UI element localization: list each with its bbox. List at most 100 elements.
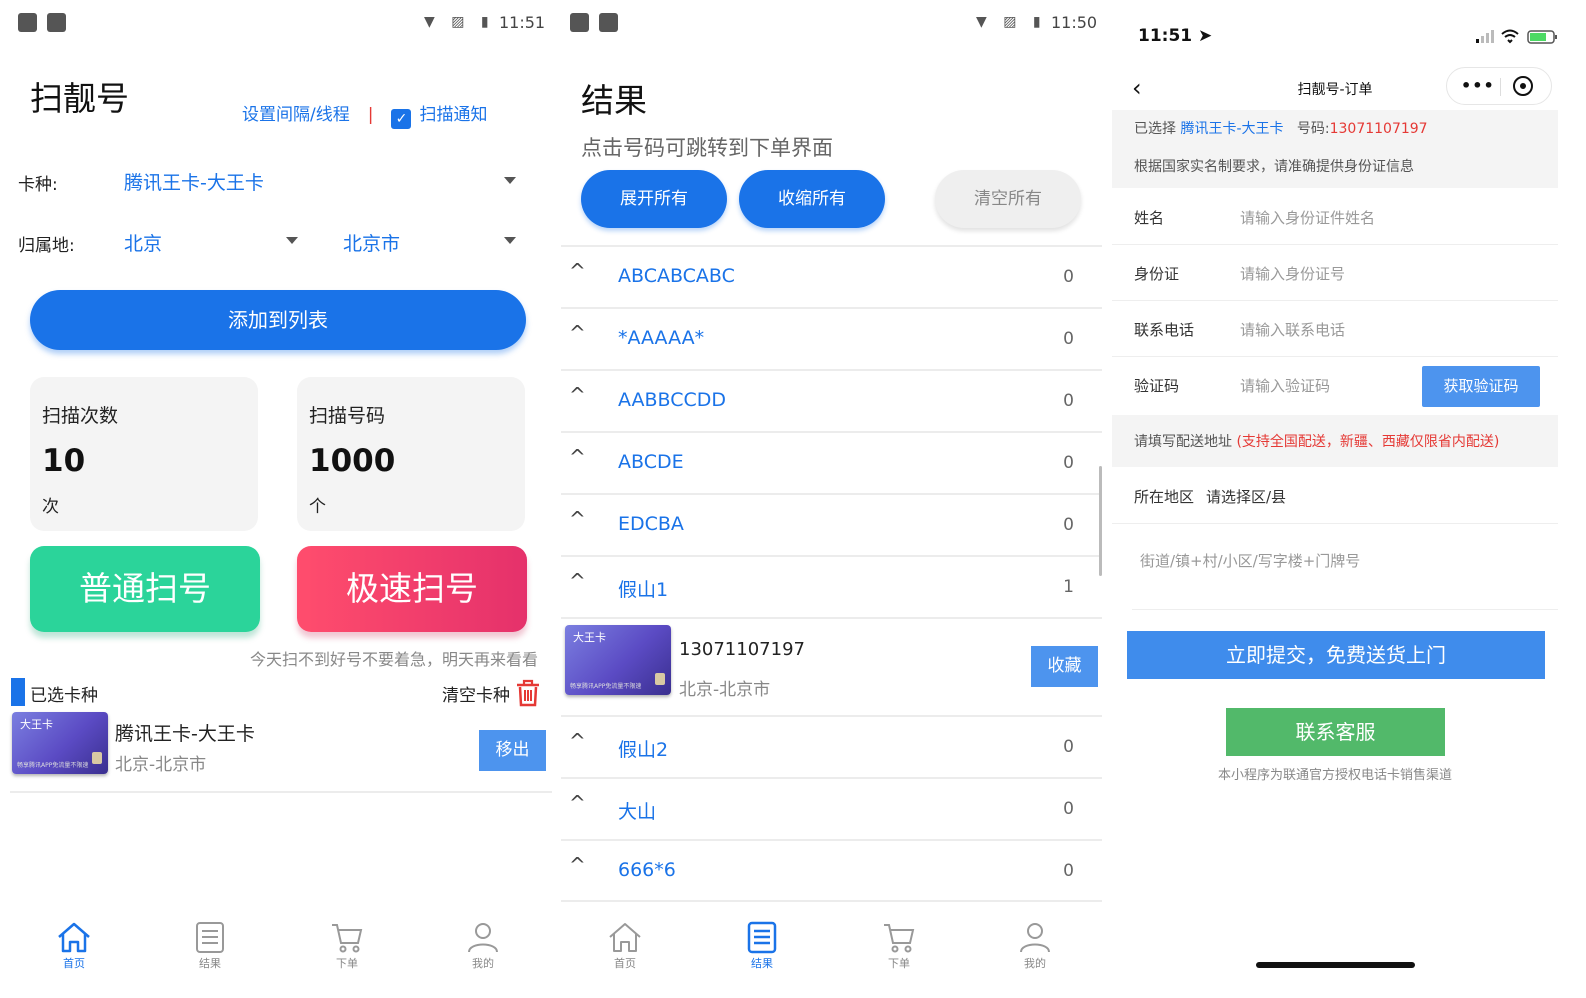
submit-order-button[interactable]: 立即提交，免费送货上门 — [1127, 631, 1545, 679]
result-group-row[interactable]: ^ EDCBA 0 — [561, 493, 1102, 555]
status-time-text: 11:51 — [1138, 26, 1193, 46]
chevron-up-icon[interactable]: ^ — [569, 569, 586, 593]
notification-icon — [570, 13, 589, 32]
result-group-row[interactable]: ^ ABCDE 0 — [561, 431, 1102, 493]
checkbox-icon[interactable]: ✓ — [391, 109, 412, 129]
status-time: 11:51 — [499, 13, 546, 32]
province-select[interactable]: 北京 — [124, 229, 162, 256]
chevron-up-icon[interactable]: ^ — [569, 259, 586, 283]
group-name: *AAAAA* — [618, 327, 705, 349]
region-select[interactable]: 请选择区/县 — [1206, 486, 1286, 507]
tab-order[interactable]: 下单 — [317, 920, 377, 971]
card-type-select[interactable]: 腾讯王卡-大王卡 — [124, 168, 264, 195]
tab-label: 我的 — [1024, 957, 1046, 970]
region-row[interactable]: 所在地区 请选择区/县 — [1112, 466, 1558, 524]
street-address-input[interactable]: 街道/镇+村/小区/写字楼+门牌号 — [1140, 550, 1360, 571]
tab-home[interactable]: 首页 — [595, 920, 655, 971]
dropdown-arrow-icon[interactable] — [286, 237, 298, 244]
user-icon — [1020, 923, 1050, 953]
interval-settings-link[interactable]: 设置间隔/线程 — [242, 105, 350, 125]
tab-home[interactable]: 首页 — [44, 920, 104, 971]
dropdown-arrow-icon[interactable] — [504, 237, 516, 244]
tab-order[interactable]: 下单 — [869, 920, 929, 971]
favorite-button[interactable]: 收藏 — [1031, 646, 1098, 687]
close-miniprogram-icon[interactable] — [1513, 76, 1533, 96]
tab-label: 下单 — [888, 957, 910, 970]
group-count: 1 — [1063, 577, 1074, 597]
contact-service-button[interactable]: 联系客服 — [1226, 708, 1445, 756]
group-count: 0 — [1063, 391, 1074, 411]
group-count: 0 — [1063, 799, 1074, 819]
chip-icon — [655, 673, 665, 685]
user-icon — [468, 923, 498, 953]
verification-code-input[interactable]: 请输入验证码 — [1240, 375, 1330, 396]
address-notice: 请填写配送地址 (支持全国配送，新疆、西藏仅限省内配送) — [1112, 415, 1558, 467]
result-group-row[interactable]: ^ 大山 0 — [561, 777, 1102, 839]
group-name: 假山2 — [618, 739, 669, 761]
result-group-row[interactable]: ^ 假山1 1 — [561, 555, 1102, 617]
fast-scan-button[interactable]: 极速扫号 — [297, 546, 527, 632]
result-group-row[interactable]: ^ 假山2 0 — [561, 715, 1102, 777]
get-code-button[interactable]: 获取验证码 — [1422, 366, 1540, 407]
clear-all-button[interactable]: 清空所有 — [935, 170, 1081, 228]
tab-results[interactable]: 结果 — [732, 920, 792, 971]
selected-line: 已选择 腾讯王卡-大王卡 号码:13071107197 — [1134, 118, 1428, 138]
dropdown-arrow-icon[interactable] — [504, 177, 516, 184]
add-to-list-button[interactable]: 添加到列表 — [30, 290, 526, 350]
collapse-all-button[interactable]: 收缩所有 — [739, 170, 885, 228]
card-image-title: 大王卡 — [20, 718, 53, 731]
chevron-up-icon[interactable]: ^ — [569, 791, 586, 815]
chevron-up-icon[interactable]: ^ — [569, 445, 586, 469]
scan-home-screen: ▼ ▨ ▮ 11:51 扫靓号 设置间隔/线程 | ✓ 扫描通知 卡种: 腾讯王卡-大… — [0, 0, 552, 998]
group-name: ABCDE — [618, 451, 684, 473]
home-indicator[interactable] — [1256, 962, 1415, 968]
scan-numbers-card: 扫描号码 1000 个 — [297, 377, 525, 531]
result-group-row[interactable]: ^ *AAAAA* 0 — [561, 307, 1102, 369]
more-icon[interactable]: ••• — [1461, 76, 1495, 95]
result-number-item[interactable]: 大王卡 畅享腾讯APP免流量不限速 13071107197 北京-北京市 收藏 — [561, 617, 1102, 715]
chevron-up-icon[interactable]: ^ — [569, 321, 586, 345]
city-select[interactable]: 北京市 — [343, 229, 400, 256]
name-input[interactable]: 请输入身份证件姓名 — [1240, 207, 1375, 228]
scrollbar[interactable] — [1099, 466, 1102, 576]
page-title: 扫靓号 — [30, 79, 129, 118]
scan-notify-label[interactable]: 扫描通知 — [419, 105, 487, 125]
field-label: 联系电话 — [1134, 321, 1195, 339]
tab-label: 首页 — [63, 957, 85, 970]
chevron-up-icon[interactable]: ^ — [569, 507, 586, 531]
address-notice-text: 请填写配送地址 (支持全国配送，新疆、西藏仅限省内配送) — [1134, 431, 1499, 451]
chevron-up-icon[interactable]: ^ — [569, 853, 586, 877]
group-name: EDCBA — [618, 513, 684, 535]
expand-all-button[interactable]: 展开所有 — [581, 170, 727, 228]
trash-icon[interactable] — [514, 678, 542, 708]
clear-types-button[interactable]: 清空卡种 — [442, 681, 510, 706]
result-group-row[interactable]: ^ 666*6 0 — [561, 839, 1102, 901]
tab-mine[interactable]: 我的 — [1005, 920, 1065, 971]
selected-card-location: 北京-北京市 — [115, 755, 207, 775]
section-accent-bar — [11, 678, 25, 706]
tab-results[interactable]: 结果 — [180, 920, 240, 971]
group-count: 0 — [1063, 329, 1074, 349]
card-type-label: 卡种: — [18, 175, 58, 195]
id-number-input[interactable]: 请输入身份证号 — [1240, 263, 1345, 284]
number-prefix: 号码: — [1296, 121, 1330, 137]
remove-button[interactable]: 移出 — [479, 730, 546, 771]
normal-scan-button[interactable]: 普通扫号 — [30, 546, 260, 632]
stat-unit: 次 — [42, 497, 59, 517]
phone-number[interactable]: 13071107197 — [679, 639, 805, 660]
results-hint: 点击号码可跳转到下单界面 — [581, 136, 833, 160]
number-location: 北京-北京市 — [679, 680, 771, 700]
selection-info: 已选择 腾讯王卡-大王卡 号码:13071107197 根据国家实名制要求，请准… — [1112, 110, 1558, 188]
group-count: 0 — [1063, 267, 1074, 287]
tab-mine[interactable]: 我的 — [453, 920, 513, 971]
card-image-title: 大王卡 — [573, 631, 606, 644]
result-group-row[interactable]: ^ AABBCCDD 0 — [561, 369, 1102, 431]
result-group-row[interactable]: ^ ABCABCABC 0 — [561, 245, 1102, 307]
field-label: 验证码 — [1134, 377, 1180, 395]
miniprogram-capsule[interactable]: ••• — [1446, 67, 1552, 105]
selected-prefix: 已选择 — [1134, 121, 1176, 137]
chevron-up-icon[interactable]: ^ — [569, 383, 586, 407]
notification-icon — [47, 13, 66, 32]
phone-input[interactable]: 请输入联系电话 — [1240, 319, 1345, 340]
chevron-up-icon[interactable]: ^ — [569, 729, 586, 753]
